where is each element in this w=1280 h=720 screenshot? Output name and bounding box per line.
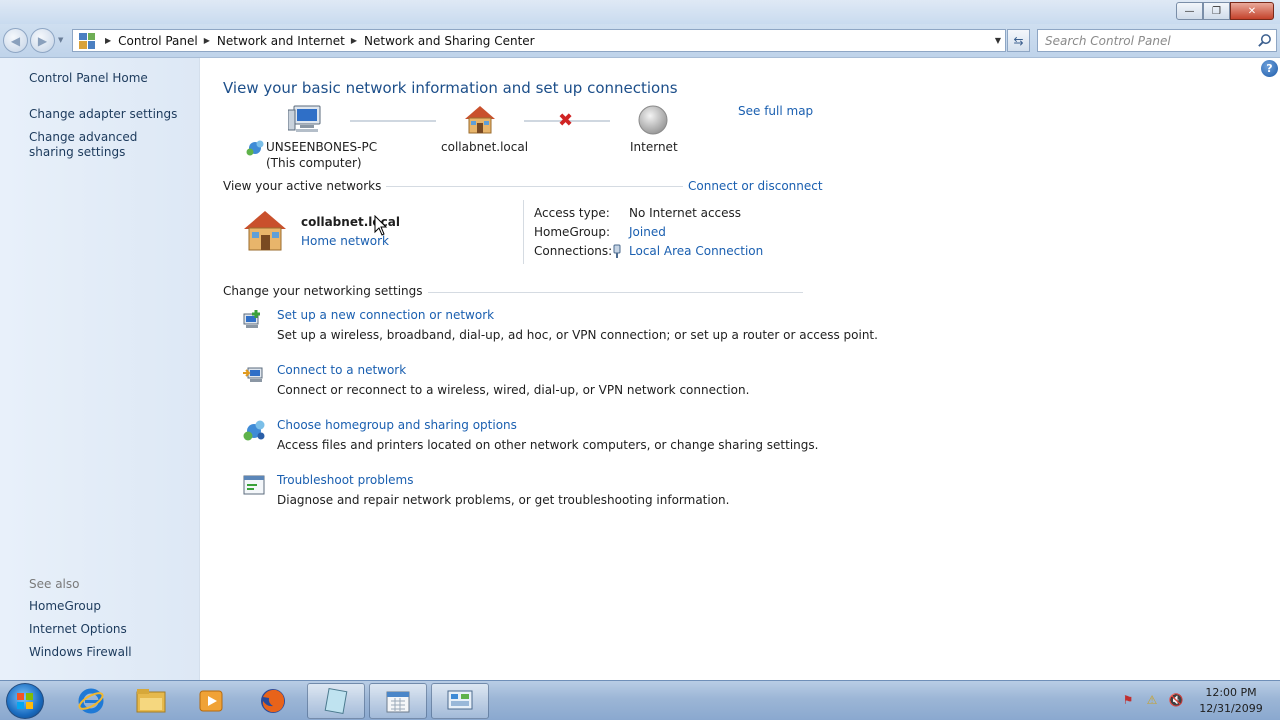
window-controls: — ❐ ✕	[1176, 2, 1274, 20]
arrow-right-icon: ▶	[37, 33, 48, 48]
search-box[interactable]	[1037, 29, 1277, 52]
main-content: ? View your basic network information an…	[200, 58, 1280, 680]
troubleshoot-icon	[243, 475, 265, 495]
globe-icon[interactable]	[638, 105, 668, 135]
refresh-icon: ⇆	[1013, 33, 1024, 48]
home-network-icon[interactable]	[242, 209, 288, 253]
clock-time: 12:00 PM	[1205, 686, 1257, 699]
breadcrumb-arrow-icon[interactable]: ▶	[105, 36, 111, 45]
help-icon[interactable]: ?	[1261, 60, 1278, 77]
breadcrumb-network-and-internet[interactable]: Network and Internet	[217, 34, 345, 48]
system-tray: ⚑ ⚠ 🔇	[1118, 691, 1186, 709]
search-input[interactable]	[1045, 33, 1250, 48]
this-computer-label: (This computer)	[266, 156, 362, 170]
homegroup-label: HomeGroup:	[534, 225, 611, 239]
arrow-left-icon: ◀	[10, 33, 21, 48]
taskbar: ⚑ ⚠ 🔇 12:00 PM 12/31/2099	[0, 680, 1280, 720]
taskbar-calendar[interactable]	[369, 683, 427, 719]
close-button[interactable]: ✕	[1230, 2, 1274, 20]
taskbar-internet-explorer[interactable]	[62, 683, 120, 719]
connection-line	[350, 120, 436, 122]
see-full-map-link[interactable]: See full map	[738, 104, 813, 118]
network-name-label: collabnet.local	[441, 140, 529, 154]
title-bar: — ❐ ✕	[0, 0, 1280, 24]
connect-to-network-desc: Connect or reconnect to a wireless, wire…	[277, 383, 750, 397]
local-area-connection-link[interactable]: Local Area Connection	[629, 244, 763, 258]
taskbar-control-panel[interactable]	[431, 683, 489, 719]
search-icon[interactable]	[1257, 33, 1272, 48]
no-connection-x-icon: ✖	[558, 110, 574, 131]
volume-muted-icon[interactable]: 🔇	[1166, 691, 1186, 709]
homegroup-link[interactable]: HomeGroup	[29, 599, 189, 614]
notepad-icon	[324, 688, 348, 714]
windows-explorer-icon	[136, 689, 166, 713]
action-center-flag-icon[interactable]: ⚑	[1118, 691, 1138, 709]
ethernet-icon	[613, 244, 621, 258]
taskbar-firefox[interactable]	[244, 683, 302, 719]
windows-logo-icon	[17, 693, 33, 709]
internet-label: Internet	[630, 140, 678, 154]
control-panel-icon	[79, 32, 95, 49]
homegroup-sharing-options-link[interactable]: Choose homegroup and sharing options	[277, 418, 517, 432]
connections-label: Connections:	[534, 244, 613, 258]
homegroup-icon	[243, 420, 265, 441]
forward-button[interactable]: ▶	[30, 28, 55, 53]
firefox-icon	[261, 689, 285, 713]
homegroup-sharing-options-desc: Access files and printers located on oth…	[277, 438, 819, 452]
clock-date: 12/31/2099	[1199, 702, 1263, 715]
troubleshoot-problems-desc: Diagnose and repair network problems, or…	[277, 493, 730, 507]
start-button[interactable]	[6, 683, 44, 719]
address-bar[interactable]: ▶ Control Panel ▶ Network and Internet ▶…	[72, 29, 1006, 52]
setup-new-connection-desc: Set up a wireless, broadband, dial-up, a…	[277, 328, 878, 342]
calendar-icon	[386, 691, 410, 713]
house-icon[interactable]	[463, 105, 497, 135]
maximize-button[interactable]: ❐	[1203, 2, 1230, 20]
network-globe-icon	[246, 140, 264, 156]
connect-network-icon	[243, 367, 263, 382]
change-adapter-settings-link[interactable]: Change adapter settings	[29, 107, 189, 122]
taskbar-media-player[interactable]	[182, 683, 240, 719]
network-warning-icon[interactable]: ⚠	[1142, 691, 1162, 709]
taskbar-notepad[interactable]	[307, 683, 365, 719]
media-player-icon	[199, 690, 223, 712]
breadcrumb-arrow-icon[interactable]: ▶	[204, 36, 210, 45]
control-panel-home-link[interactable]: Control Panel Home	[29, 71, 189, 86]
system-clock[interactable]: 12:00 PM 12/31/2099	[1196, 685, 1266, 717]
page-title: View your basic network information and …	[223, 79, 678, 97]
taskbar-windows-explorer[interactable]	[122, 683, 180, 719]
setup-new-connection-link[interactable]: Set up a new connection or network	[277, 308, 494, 322]
recent-pages-dropdown[interactable]: ▼	[58, 36, 63, 44]
minimize-button[interactable]: —	[1176, 2, 1203, 20]
new-connection-icon	[243, 310, 260, 328]
access-type-label: Access type:	[534, 206, 610, 220]
mouse-cursor-icon	[374, 215, 388, 236]
left-navigation-pane: Control Panel Home Change adapter settin…	[0, 58, 200, 680]
control-panel-icon	[447, 690, 473, 710]
navigation-bar: ◀ ▶ ▼ ▶ Control Panel ▶ Network and Inte…	[0, 24, 1280, 58]
breadcrumb-control-panel[interactable]: Control Panel	[118, 34, 198, 48]
homegroup-joined-link[interactable]: Joined	[629, 225, 666, 239]
refresh-button[interactable]: ⇆	[1007, 29, 1030, 52]
address-dropdown-icon[interactable]: ▼	[995, 36, 1001, 45]
breadcrumb-network-and-sharing-center[interactable]: Network and Sharing Center	[364, 34, 535, 48]
active-networks-title: View your active networks	[223, 179, 387, 193]
windows-firewall-link[interactable]: Windows Firewall	[29, 645, 189, 660]
connect-or-disconnect-link[interactable]: Connect or disconnect	[683, 179, 823, 193]
internet-options-link[interactable]: Internet Options	[29, 622, 189, 637]
breadcrumb: Control Panel ▶ Network and Internet ▶ N…	[118, 34, 534, 48]
breadcrumb-arrow-icon[interactable]: ▶	[351, 36, 357, 45]
vertical-divider	[523, 200, 524, 264]
connect-to-network-link[interactable]: Connect to a network	[277, 363, 406, 377]
internet-explorer-icon	[78, 688, 104, 714]
computer-icon[interactable]	[288, 104, 324, 136]
change-advanced-sharing-settings-link[interactable]: Change advanced sharing settings	[29, 130, 179, 160]
back-button[interactable]: ◀	[3, 28, 28, 53]
computer-name-label: UNSEENBONES-PC	[266, 140, 378, 154]
access-type-value: No Internet access	[629, 206, 742, 220]
change-settings-title: Change your networking settings	[223, 284, 428, 298]
troubleshoot-problems-link[interactable]: Troubleshoot problems	[277, 473, 413, 487]
see-also-label: See also	[29, 577, 80, 591]
